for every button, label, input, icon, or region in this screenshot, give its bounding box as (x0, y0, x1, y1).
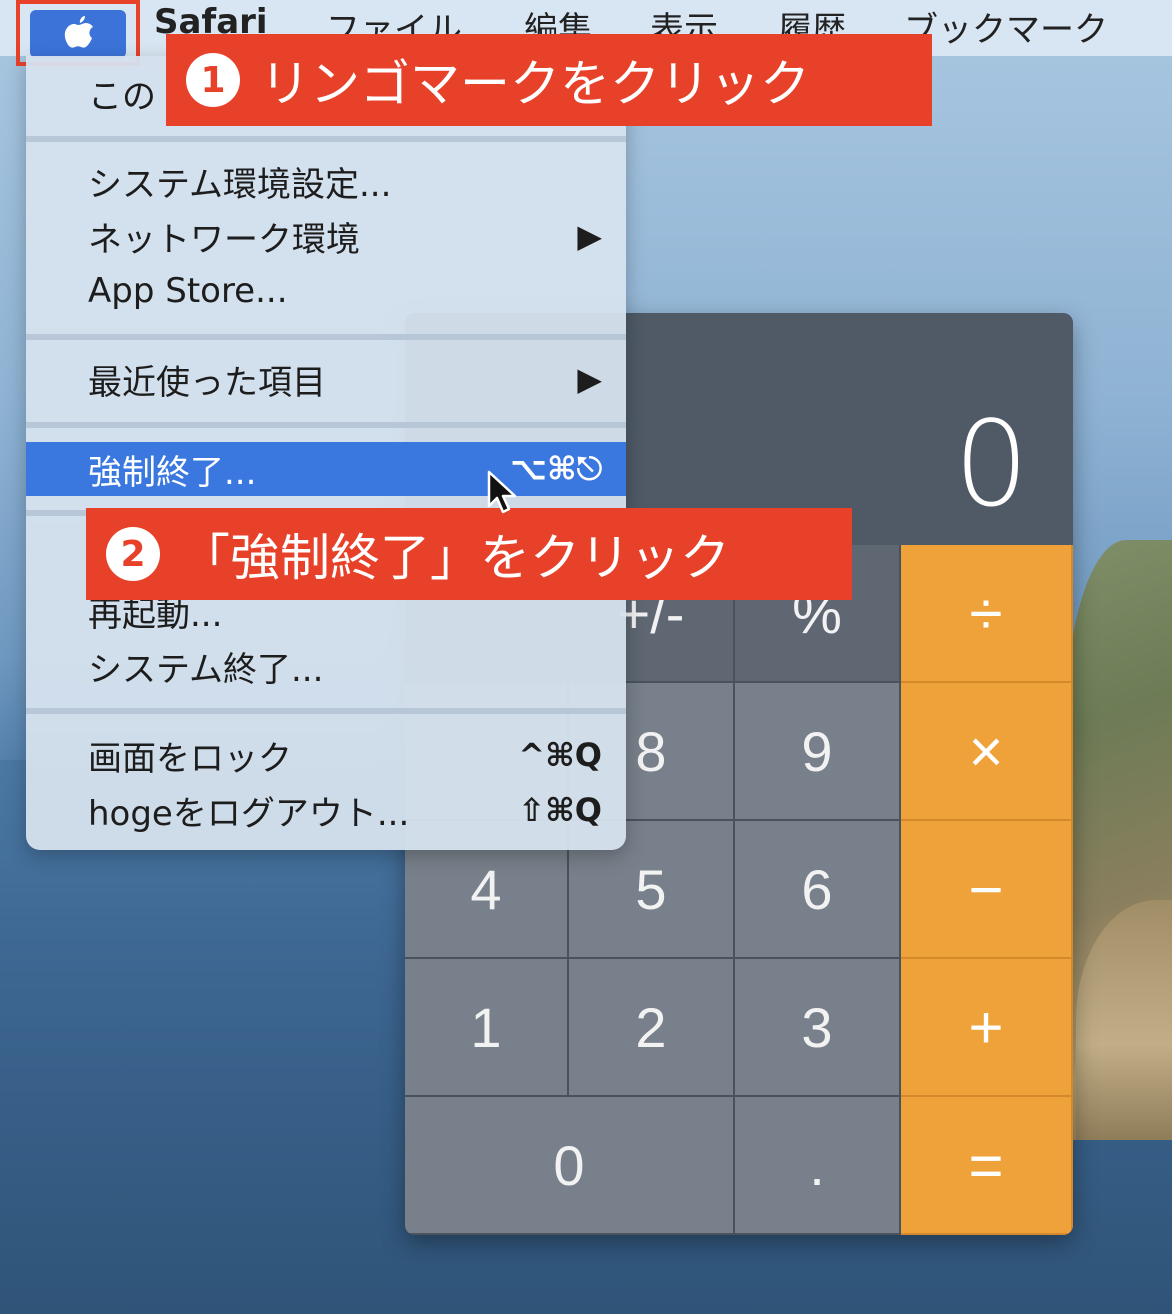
menu-item-label: 強制終了... (88, 452, 257, 493)
menu-item-shut-down[interactable]: システム終了... (26, 641, 626, 691)
calc-key-6[interactable]: 6 (735, 821, 901, 959)
force-quit-shortcut: ⌥⌘⎋ (510, 449, 602, 488)
submenu-arrow-icon: ▶ (577, 360, 602, 398)
calc-key-dot[interactable]: . (735, 1097, 901, 1235)
calculator-display-value: 0 (953, 395, 1029, 533)
menu-item-label: ネットワーク環境 (88, 219, 360, 260)
calc-key-0[interactable]: 0 (405, 1097, 735, 1235)
menu-item-recent-items[interactable]: 最近使った項目 ▶ (26, 354, 626, 404)
menubar-bookmarks[interactable]: ブックマーク (904, 2, 1108, 51)
menu-separator (26, 708, 626, 714)
menu-item-app-store[interactable]: App Store... (26, 266, 626, 316)
calc-key-minus[interactable]: − (901, 821, 1073, 959)
menu-item-label: システム終了... (88, 649, 324, 690)
calc-key-1[interactable]: 1 (405, 959, 569, 1097)
calc-key-multiply[interactable]: × (901, 683, 1073, 821)
menu-item-log-out[interactable]: hogeをログアウト... ⇧⌘Q (26, 785, 626, 835)
menu-separator (26, 136, 626, 142)
menu-separator (26, 422, 626, 428)
apple-menu: この システム環境設定... ネットワーク環境 ▶ App Store... 最… (26, 56, 626, 850)
menu-item-lock-screen[interactable]: 画面をロック ^⌘Q (26, 730, 626, 780)
apple-menu-button-highlight (30, 10, 126, 58)
step-number-badge: 1 (186, 53, 240, 107)
callout-text: 「強制終了」をクリック (180, 529, 730, 587)
callout-step-1: 1 リンゴマークをクリック (166, 34, 932, 126)
menu-item-label: システム環境設定... (88, 164, 392, 205)
log-out-shortcut: ⇧⌘Q (518, 791, 602, 829)
calc-key-plus[interactable]: + (901, 959, 1073, 1097)
callout-text: リンゴマークをクリック (260, 55, 810, 113)
menu-item-label: hogeをログアウト... (88, 793, 410, 834)
menu-separator (26, 334, 626, 340)
menu-item-label: この (88, 76, 156, 117)
calc-key-3[interactable]: 3 (735, 959, 901, 1097)
step-number-badge: 2 (106, 527, 160, 581)
apple-logo-icon (64, 16, 93, 48)
callout-step-2: 2 「強制終了」をクリック (86, 508, 852, 600)
menu-item-network-location[interactable]: ネットワーク環境 ▶ (26, 211, 626, 261)
menu-item-force-quit[interactable]: 強制終了... ⌥⌘⎋ (26, 442, 626, 496)
calc-key-9[interactable]: 9 (735, 683, 901, 821)
menu-item-label: 最近使った項目 (88, 362, 326, 403)
mouse-pointer-icon (487, 470, 517, 514)
submenu-arrow-icon: ▶ (577, 217, 602, 255)
menu-item-label: 画面をロック (88, 738, 292, 779)
lock-screen-shortcut: ^⌘Q (518, 736, 602, 774)
menu-item-system-preferences[interactable]: システム環境設定... (26, 156, 626, 206)
calc-key-2[interactable]: 2 (569, 959, 735, 1097)
calc-key-equals[interactable]: = (901, 1097, 1073, 1235)
menu-item-label: App Store... (88, 271, 288, 311)
calc-key-divide[interactable]: ÷ (901, 545, 1073, 683)
